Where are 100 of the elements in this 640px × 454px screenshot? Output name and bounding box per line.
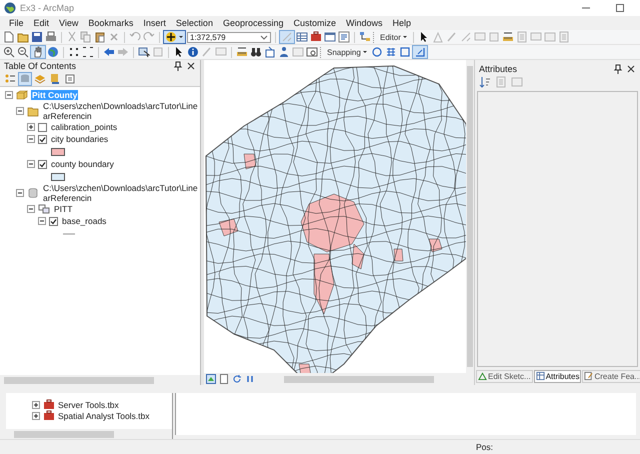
dock-tab[interactable]: Create Fea... [582, 370, 640, 382]
print-icon[interactable] [45, 31, 57, 43]
menu-item[interactable]: Customize [288, 16, 342, 30]
vertical-scrollbar[interactable] [466, 60, 474, 373]
snap-grid-icon[interactable] [384, 46, 397, 58]
app-globe-icon [4, 2, 16, 14]
collapse-icon[interactable] [27, 160, 35, 168]
pointer-icon[interactable] [173, 46, 185, 58]
zoom-out-icon[interactable] [17, 46, 29, 58]
catalog-item[interactable]: Spatial Analyst Tools.tbx [58, 410, 150, 420]
info-icon[interactable] [187, 46, 199, 58]
ruler-icon[interactable] [502, 31, 514, 43]
caret-icon [362, 48, 368, 56]
model-icon[interactable] [359, 31, 371, 43]
menu-item[interactable]: File [4, 16, 29, 30]
menu-item[interactable]: Bookmarks [83, 16, 138, 30]
toolbox-icon[interactable] [310, 31, 322, 43]
circle-icon[interactable] [370, 46, 383, 58]
pin-icon[interactable] [173, 61, 183, 71]
pin-icon[interactable] [613, 64, 623, 74]
select-features-icon[interactable] [138, 46, 150, 58]
refresh-icon[interactable] [232, 374, 242, 384]
back-arrow-icon[interactable] [103, 46, 115, 58]
snapping-menu[interactable]: Snapping [326, 46, 369, 58]
square-icon[interactable] [398, 46, 411, 58]
sketch-icon [478, 371, 487, 381]
folder-icon [27, 105, 39, 117]
toolbox-icon [43, 410, 55, 422]
checked-checkbox-icon[interactable] [49, 216, 58, 226]
dock-tab[interactable]: Edit Sketc... [476, 370, 533, 382]
dropdown-caret-icon [260, 33, 268, 41]
close-icon[interactable] [626, 64, 636, 74]
checkbox-icon[interactable] [38, 122, 47, 132]
pan-tool-button[interactable] [31, 46, 45, 58]
position-readout: Pos: [476, 442, 494, 452]
editor-menu[interactable]: Editor [379, 31, 409, 43]
zoom-in-icon[interactable] [3, 46, 15, 58]
binoculars-icon[interactable] [250, 46, 262, 58]
menu-item[interactable]: Windows [341, 16, 388, 30]
panel-title: Attributes [479, 64, 518, 74]
tree-item[interactable]: calibration_points [50, 122, 118, 132]
window-icon[interactable] [324, 31, 336, 43]
feature-dataset-icon [38, 203, 50, 215]
menu-item[interactable]: Edit [28, 16, 54, 30]
panel-title: Table Of Contents [4, 61, 76, 71]
database-icon [19, 73, 31, 85]
save-icon[interactable] [31, 31, 43, 43]
catalog-item[interactable]: Server Tools.tbx [58, 400, 119, 410]
add-data-button[interactable] [164, 31, 185, 43]
tree-item[interactable]: county boundary [50, 159, 115, 169]
menu-item[interactable]: Help [388, 16, 416, 30]
expand-icon[interactable] [32, 412, 40, 420]
collapse-icon[interactable] [16, 189, 24, 197]
list-by-selection-icon[interactable] [49, 73, 61, 85]
horizontal-scrollbar[interactable] [6, 429, 172, 439]
checked-checkbox-icon[interactable] [38, 134, 47, 144]
menu-item[interactable]: Geoprocessing [218, 16, 288, 30]
pause-icon[interactable] [245, 374, 255, 384]
tree-item[interactable]: PITT [53, 204, 74, 214]
paste-icon[interactable] [94, 31, 106, 43]
menu-item[interactable]: Selection [170, 16, 218, 30]
menu-item[interactable]: Insert [138, 16, 171, 30]
expand-icon[interactable] [27, 123, 35, 131]
list-by-drawing-order-icon[interactable] [4, 73, 16, 85]
collapse-icon[interactable] [38, 217, 46, 225]
collapse-icon[interactable] [27, 135, 35, 143]
collapse-icon[interactable] [16, 107, 24, 115]
toolbox-icon [43, 398, 55, 410]
table-icon [536, 371, 545, 381]
tree-item[interactable]: C:\Users\zchen\Downloads\arcTutor\LinearReferencin [42, 183, 200, 203]
checked-checkbox-icon[interactable] [38, 160, 47, 168]
viewer-icon[interactable] [306, 46, 318, 58]
person-icon[interactable] [278, 46, 290, 58]
data-view-icon[interactable] [206, 374, 216, 384]
layer-group-icon [16, 89, 28, 101]
window-title: Ex3 - ArcMap [20, 3, 74, 13]
close-icon[interactable] [186, 61, 196, 71]
edge-snap-icon [414, 46, 426, 58]
options-icon[interactable] [64, 73, 76, 85]
menu-item[interactable]: View [54, 16, 84, 30]
edge-snap-button[interactable] [412, 46, 427, 58]
maximize-icon[interactable] [614, 2, 626, 14]
caret-icon [402, 33, 408, 41]
layout-view-icon[interactable] [219, 374, 229, 384]
horizontal-scrollbar[interactable] [0, 375, 200, 385]
template-icon [584, 371, 594, 381]
layers-icon[interactable] [34, 73, 46, 85]
tree-item[interactable]: base_roads [61, 216, 108, 226]
sort-icon[interactable] [479, 76, 491, 88]
plus-icon [165, 31, 177, 43]
ruler-icon[interactable] [236, 46, 248, 58]
collapse-icon[interactable] [27, 205, 35, 213]
expand-icon[interactable] [32, 400, 40, 408]
globe-icon[interactable] [47, 46, 59, 58]
grid-icon[interactable] [296, 31, 308, 43]
collapse-icon[interactable] [5, 91, 13, 99]
dock-tab[interactable]: Attributes [534, 370, 582, 382]
database-icon [27, 187, 39, 199]
scale-field[interactable]: 1:372,579 [187, 32, 271, 42]
tree-item[interactable]: city boundaries [50, 134, 110, 144]
